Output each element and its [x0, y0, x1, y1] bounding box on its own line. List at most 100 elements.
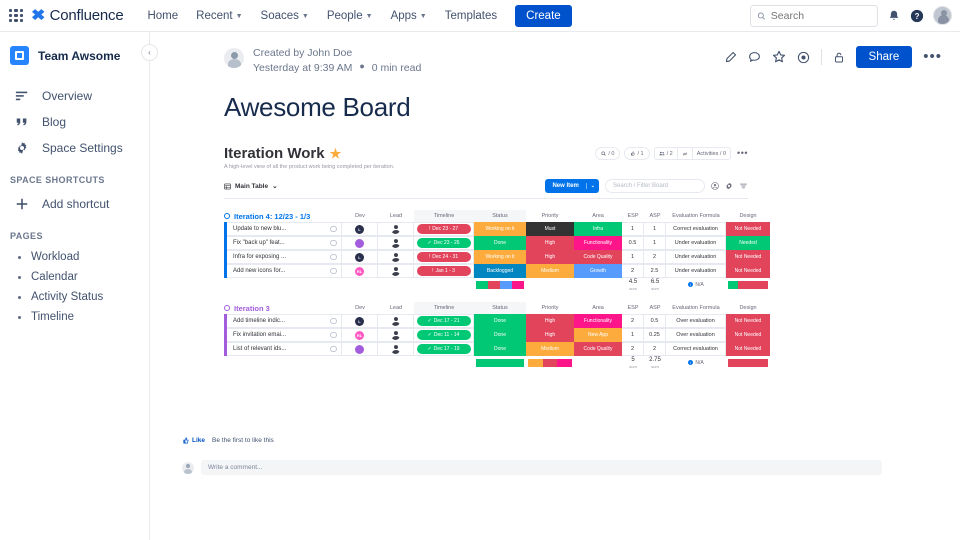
cell-area[interactable]: Growth	[574, 264, 622, 279]
comment-input[interactable]: Write a comment...	[201, 460, 882, 476]
table-row[interactable]: List of relevant ids... ✓ Dec 17 - 19 Do…	[224, 342, 770, 357]
summary-design-bars[interactable]	[726, 356, 770, 369]
new-item-dropdown-icon[interactable]: ⌄	[585, 183, 599, 190]
sidebar-page-calendar[interactable]: Calendar	[4, 267, 145, 287]
create-button[interactable]: Create	[515, 4, 572, 27]
nav-item-people[interactable]: People ▼	[319, 5, 381, 27]
cell-area[interactable]: Infra	[574, 222, 622, 237]
column-header-area[interactable]: Area	[574, 302, 622, 314]
cell-evaluation[interactable]: Correct evaluation	[666, 342, 726, 357]
cell-design[interactable]: Not Needed	[726, 250, 770, 265]
lock-icon[interactable]	[833, 51, 845, 64]
cell-dev[interactable]	[342, 236, 378, 251]
cell-dev[interactable]: RL	[342, 328, 378, 343]
cell-evaluation[interactable]: Under evaluation	[666, 236, 726, 251]
comment-bubble-icon[interactable]	[330, 346, 337, 353]
column-header-design[interactable]: Design	[726, 210, 770, 222]
cell-asp[interactable]: 1	[644, 222, 666, 237]
cell-dev[interactable]: L	[342, 314, 378, 329]
comment-bubble-icon[interactable]	[330, 226, 337, 233]
column-header-priority[interactable]: Priority	[526, 210, 574, 222]
cell-item-name[interactable]: Add new icons for...	[224, 264, 342, 279]
cell-asp[interactable]: 0.5	[644, 314, 666, 329]
cell-status[interactable]: Done	[474, 342, 526, 357]
cell-priority[interactable]: High	[526, 314, 574, 329]
summary-esp[interactable]: 4.5 sum	[622, 278, 644, 291]
cell-lead[interactable]	[378, 236, 414, 251]
nav-item-apps[interactable]: Apps ▼	[383, 5, 435, 27]
cell-priority[interactable]: High	[526, 328, 574, 343]
column-header-asp[interactable]: ASP	[644, 302, 666, 314]
cell-evaluation[interactable]: Under evaluation	[666, 264, 726, 279]
tab-main-table[interactable]: Main Table ⌄	[224, 182, 278, 190]
cell-timeline[interactable]: ✓ Dec 23 - 26	[414, 236, 474, 251]
cell-area[interactable]: Functionality	[574, 314, 622, 329]
cell-dev[interactable]: RL	[342, 264, 378, 279]
table-row[interactable]: Add new icons for... RL ! Jan 1 - 3 Back…	[224, 264, 770, 279]
cell-design[interactable]: Not Needed	[726, 314, 770, 329]
cell-asp[interactable]: 1	[644, 236, 666, 251]
board-activities-button[interactable]: Activities / 0	[691, 148, 730, 160]
cell-esp[interactable]: 2	[622, 264, 644, 279]
group-collapse-icon[interactable]	[224, 213, 230, 220]
pencil-icon[interactable]	[724, 51, 737, 64]
table-row[interactable]: Fix "back up" feat... ✓ Dec 23 - 26 Done…	[224, 236, 770, 251]
summary-asp[interactable]: 2.75 sum	[644, 356, 666, 369]
summary-priority-bars[interactable]	[526, 356, 574, 369]
settings-icon[interactable]	[725, 182, 733, 190]
cell-status[interactable]: Backlogged	[474, 264, 526, 279]
cell-design[interactable]: Not Needed	[726, 264, 770, 279]
sidebar-item-space-settings[interactable]: Space Settings	[4, 135, 145, 161]
search-input[interactable]	[770, 9, 871, 22]
board-integrations-button[interactable]	[676, 148, 692, 160]
column-header-lead[interactable]: Lead	[378, 302, 414, 314]
table-row[interactable]: Infra for exposing ... L ! Dec 24 - 31 W…	[224, 250, 770, 265]
summary-evaluation[interactable]: i N/A	[666, 278, 726, 291]
cell-item-name[interactable]: Infra for exposing ...	[224, 250, 342, 265]
sidebar-page-workload[interactable]: Workload	[4, 247, 145, 267]
cell-asp[interactable]: 2.5	[644, 264, 666, 279]
board-search-stat[interactable]: / 0	[595, 147, 621, 161]
cell-design[interactable]: Not Needed	[726, 342, 770, 357]
comment-bubble-icon[interactable]	[330, 254, 337, 261]
cell-status[interactable]: Done	[474, 314, 526, 329]
cell-asp[interactable]: 2	[644, 342, 666, 357]
column-header-status[interactable]: Status	[474, 210, 526, 223]
group-title-cell[interactable]: Iteration 4: 12/23 - 1/3	[224, 210, 342, 222]
person-filter-icon[interactable]	[711, 182, 719, 191]
column-header-evaluation-formula[interactable]: Evaluation Formula	[666, 210, 726, 222]
cell-esp[interactable]: 0.5	[622, 236, 644, 251]
new-item-button[interactable]: New Item ⌄	[545, 179, 599, 194]
cell-status[interactable]: Working on it	[474, 222, 526, 237]
cell-status[interactable]: Working on it	[474, 250, 526, 265]
cell-evaluation[interactable]: Over evaluation	[666, 314, 726, 329]
sidebar-item-blog[interactable]: Blog	[4, 109, 145, 135]
share-button[interactable]: Share	[855, 46, 913, 68]
star-icon[interactable]	[772, 50, 786, 64]
column-header-design[interactable]: Design	[726, 302, 770, 314]
cell-priority[interactable]: Must	[526, 222, 574, 237]
cell-timeline[interactable]: ! Dec 23 - 27	[414, 222, 474, 237]
cell-status[interactable]: Done	[474, 328, 526, 343]
help-icon[interactable]: ?	[910, 9, 924, 23]
sidebar-page-timeline[interactable]: Timeline	[4, 307, 145, 327]
confluence-logo[interactable]: ✖ Confluence	[31, 7, 124, 24]
column-header-asp[interactable]: ASP	[644, 210, 666, 222]
board-more-actions-button[interactable]: •••	[735, 149, 748, 158]
comment-bubble-icon[interactable]	[330, 332, 337, 339]
cell-timeline[interactable]: ! Dec 24 - 31	[414, 250, 474, 265]
page-more-actions-button[interactable]: •••	[923, 49, 942, 64]
cell-item-name[interactable]: List of relevant ids...	[224, 342, 342, 357]
comment-bubble-icon[interactable]	[330, 268, 337, 275]
comment-bubble-icon[interactable]	[330, 240, 337, 247]
summary-evaluation[interactable]: i N/A	[666, 356, 726, 369]
column-header-dev[interactable]: Dev	[342, 210, 378, 222]
nav-item-templates[interactable]: Templates	[437, 5, 505, 27]
cell-area[interactable]: Functionality	[574, 236, 622, 251]
space-header[interactable]: Team Awsome	[0, 46, 149, 65]
summary-esp[interactable]: 5 sum	[622, 356, 644, 369]
cell-evaluation[interactable]: Under evaluation	[666, 250, 726, 265]
comment-bubble-icon[interactable]	[330, 318, 337, 325]
cell-lead[interactable]	[378, 222, 414, 237]
cell-timeline[interactable]: ! Jan 1 - 3	[414, 264, 474, 279]
